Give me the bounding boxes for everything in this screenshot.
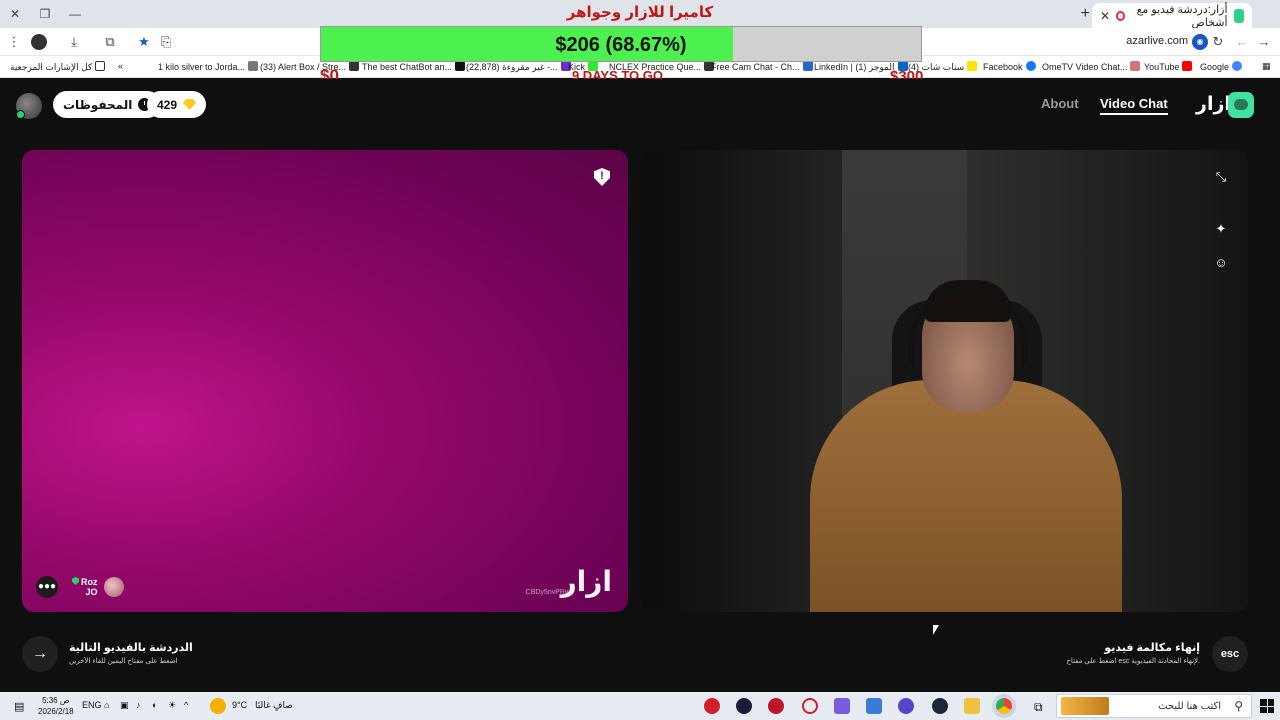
search-placeholder: اكتب هنا للبحث	[1158, 701, 1221, 712]
next-chat-button[interactable]: →	[22, 636, 58, 672]
gems-button[interactable]: 429	[147, 91, 207, 118]
search-highlight-image	[1061, 697, 1109, 715]
peer-name: Roz	[81, 577, 98, 587]
display-icon[interactable]: ▣	[120, 700, 129, 711]
app-icon[interactable]	[768, 698, 784, 714]
steam-icon[interactable]	[932, 698, 948, 714]
weather-desc[interactable]: صافٍ غالبًا	[255, 700, 293, 711]
app-icon[interactable]	[704, 698, 720, 714]
next-chat-subtitle: اضغط على مفتاح اليمين للقاء الآخرين	[69, 658, 178, 665]
time: 5:36 ص	[42, 696, 70, 705]
online-status-icon	[16, 110, 25, 119]
mouse-cursor-icon	[933, 625, 945, 635]
apps-grid-icon[interactable]: ▦	[1262, 61, 1271, 72]
url-text[interactable]: azarlive.com	[1126, 35, 1188, 47]
notifications-icon[interactable]: ▤	[14, 700, 24, 713]
back-icon[interactable]: →	[1256, 34, 1272, 50]
language-indicator[interactable]: ENG	[82, 700, 102, 710]
app-icon[interactable]	[898, 698, 914, 714]
microphone-icon[interactable]: ♪	[136, 700, 141, 710]
app-icon[interactable]	[736, 698, 752, 714]
end-call-subtitle: اضغط على مفتاح esc لإنهاء المحادثة الفيد…	[1066, 658, 1200, 665]
weather-temp[interactable]: 9°C	[232, 700, 247, 710]
app-icon[interactable]	[834, 698, 850, 714]
person-body	[810, 380, 1122, 612]
date: 2026/2/18	[38, 707, 74, 716]
donation-title: كاميرا للازار وجواهر	[566, 4, 714, 21]
windows-start-icon[interactable]	[1260, 699, 1274, 713]
next-chat-title: الدردشة بالفيديو التالية	[69, 642, 193, 654]
wifi-icon[interactable]: ⌂	[104, 700, 109, 710]
remote-video-panel: ! CBDy5nvPRw ازار ●●● Roz JO	[22, 150, 628, 612]
saved-label: المحفوظات	[63, 97, 133, 112]
brand-logo-icon[interactable]	[1228, 92, 1254, 118]
taskbar-search[interactable]: اكتب هنا للبحث ⚲	[1056, 694, 1252, 718]
face-filter-icon[interactable]: ☺	[1212, 254, 1230, 272]
tray-chevron-icon[interactable]: ^	[184, 700, 188, 710]
peer-country: JO	[85, 587, 98, 597]
end-call-title: إنهاء مكالمة فيديو	[1104, 642, 1200, 654]
clock-widget[interactable]: 5:36 ص 2026/2/18	[38, 695, 74, 717]
donation-progress-bar: $206 (68.67%)	[320, 26, 922, 62]
chrome-icon[interactable]	[996, 698, 1012, 714]
nav-about[interactable]: About	[1041, 96, 1079, 111]
bookmark-star-icon[interactable]: ★	[136, 34, 152, 50]
task-view-icon[interactable]: ⧉	[1034, 700, 1043, 715]
peer-name-block: Roz JO	[72, 577, 98, 597]
forward-icon[interactable]: ←	[1234, 34, 1250, 50]
verified-shield-icon	[72, 577, 79, 585]
file-explorer-icon[interactable]	[964, 698, 980, 714]
local-video-panel: ⤡ ✦ ☺	[642, 150, 1248, 612]
search-icon: ⚲	[1234, 699, 1243, 713]
nav-video-chat[interactable]: Video Chat	[1100, 96, 1168, 115]
windows-taskbar: ▤ 5:36 ص 2026/2/18 ENG ⌂ ▣ ♪ ◐ ☀ ^ 9°C ص…	[0, 692, 1280, 720]
store-icon[interactable]	[866, 698, 882, 714]
volume-icon[interactable]: ◐	[152, 700, 157, 710]
brightness-icon[interactable]: ☀	[168, 700, 176, 711]
gem-icon	[183, 99, 197, 110]
brand-name[interactable]: ازار	[1196, 93, 1231, 116]
app-header: المحفوظات 429 About Video Chat ازار	[0, 79, 1280, 131]
donation-progress-text: $206 (68.67%)	[555, 34, 687, 56]
cast-icon[interactable]: ⎘	[158, 34, 174, 50]
magic-wand-icon[interactable]: ✦	[1212, 220, 1230, 238]
opera-icon[interactable]	[802, 698, 818, 714]
site-info-icon[interactable]: ◉	[1192, 34, 1208, 50]
minimize-video-icon[interactable]: ⤡	[1212, 168, 1230, 186]
peer-avatar[interactable]	[103, 577, 124, 597]
profile-icon[interactable]	[31, 34, 47, 50]
reload-icon[interactable]: ↻	[1210, 34, 1226, 50]
saved-button[interactable]: المحفوظات	[53, 91, 162, 118]
peer-info[interactable]: Roz JO	[72, 576, 124, 598]
azar-watermark: ازار	[560, 566, 612, 597]
download-icon[interactable]: ⤓	[66, 34, 82, 50]
chat-bubble-icon[interactable]: ●●●	[36, 576, 58, 598]
report-shield-icon[interactable]: !	[594, 168, 610, 186]
end-call-button[interactable]: esc	[1212, 636, 1248, 672]
gems-count: 429	[157, 97, 178, 112]
menu-icon[interactable]: ⋮	[6, 34, 22, 50]
extensions-icon[interactable]: ⧉	[102, 34, 118, 50]
weather-icon	[210, 698, 226, 714]
screen: ✕ ❐ — + أزار:دردشة فيديو مع أشخاص ✕ ⋮ ⤓ …	[0, 0, 1280, 720]
